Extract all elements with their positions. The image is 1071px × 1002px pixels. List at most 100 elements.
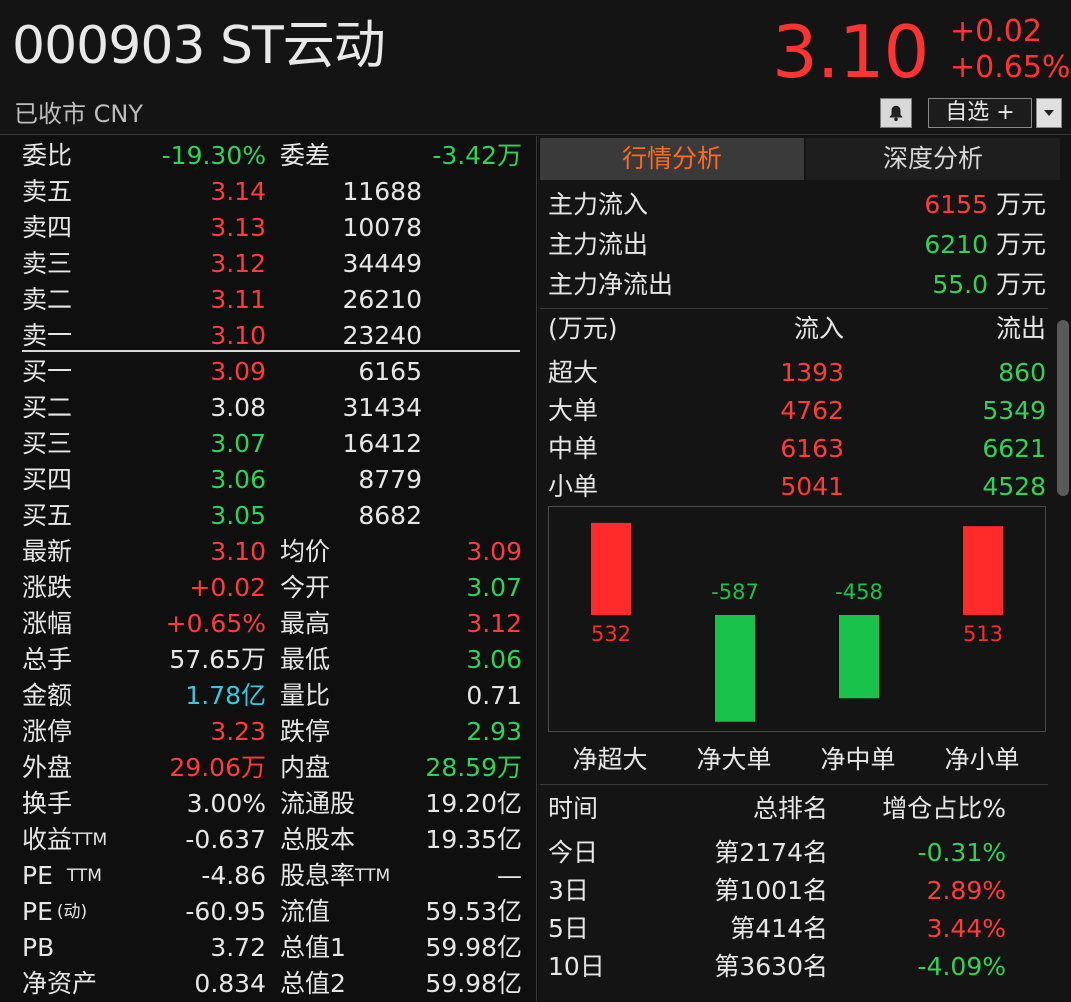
rank-pct: -4.09%: [918, 948, 1006, 986]
quote-header: 000903 ST云动 已收市 CNY 3.10 +0.02 +0.65% 自选…: [0, 0, 1071, 135]
watchlist-dropdown-button[interactable]: [1036, 98, 1062, 128]
outflow-header: 流出: [996, 310, 1046, 348]
stat-value: 2.93: [466, 714, 522, 750]
chart-data-label: -587: [711, 580, 759, 604]
bid-row[interactable]: 买三 3.07 16412: [0, 426, 536, 462]
rank-row: 5日 第414名 3.44%: [538, 910, 1048, 948]
outflow-value: 4528: [982, 468, 1046, 506]
bid-row[interactable]: 买一 3.09 6165: [0, 354, 536, 390]
tab-depth-analysis[interactable]: 深度分析: [806, 138, 1060, 180]
ask-price: 3.12: [210, 246, 266, 282]
ask-row[interactable]: 卖二 3.11 26210: [0, 282, 536, 318]
ask-row[interactable]: 卖五 3.14 11688: [0, 174, 536, 210]
pct-header: 增仓占比%: [882, 790, 1006, 828]
bid-row[interactable]: 买二 3.08 31434: [0, 390, 536, 426]
inflow-value: 5041: [780, 468, 844, 506]
order-book-panel: 委比 -19.30% 委差 -3.42万 卖五 3.14 11688 卖四 3.…: [0, 136, 537, 1001]
capital-flow-row: 主力流入 6155 万元: [538, 186, 1048, 224]
stat-label: 最高: [280, 606, 330, 642]
flow-value: 6210: [924, 226, 988, 264]
stat-value: +0.65%: [166, 606, 266, 642]
stat-label: 跌停: [280, 714, 330, 750]
outflow-value: 860: [998, 354, 1046, 392]
stat-value: 19.35亿: [425, 822, 522, 858]
outflow-value: 6621: [982, 430, 1046, 468]
stat-row: PE TTM -4.86 股息率TTM —: [0, 858, 536, 894]
ask-price: 3.14: [210, 174, 266, 210]
rank-row: 10日 第3630名 -4.09%: [538, 948, 1048, 986]
last-price: 3.10: [772, 10, 928, 94]
flow-table-row: 小单 5041 4528: [538, 468, 1048, 506]
stat-label: PE(动): [22, 894, 87, 930]
ask-row[interactable]: 卖四 3.13 10078: [0, 210, 536, 246]
stat-row: 总手 57.65万 最低 3.06: [0, 642, 536, 678]
bid-label: 买五: [22, 498, 72, 534]
stat-label: 涨跌: [22, 570, 72, 606]
order-size-label: 大单: [548, 392, 598, 430]
stock-title: 000903 ST云动: [12, 14, 385, 78]
price-alert-button[interactable]: [880, 98, 912, 128]
stat-label: 总值2: [280, 966, 346, 1002]
rank-value: 第3630名: [714, 948, 828, 986]
ask-volume: 10078: [342, 210, 422, 246]
bell-icon: [887, 104, 905, 122]
stat-value: 3.09: [466, 534, 522, 570]
rank-value: 第414名: [730, 910, 828, 948]
ask-volume: 23240: [342, 318, 422, 354]
bid-volume: 16412: [342, 426, 422, 462]
rank-pct: 3.44%: [927, 910, 1006, 948]
rank-period: 10日: [548, 948, 605, 986]
rank-period: 3日: [548, 872, 589, 910]
bid-price: 3.08: [210, 390, 266, 426]
bid-row[interactable]: 买五 3.05 8682: [0, 498, 536, 534]
chart-bar: [839, 615, 879, 698]
tab-market-analysis[interactable]: 行情分析: [540, 138, 804, 180]
stat-row: 涨跌 +0.02 今开 3.07: [0, 570, 536, 606]
order-size-label: 小单: [548, 468, 598, 506]
ask-volume: 34449: [342, 246, 422, 282]
ask-volume: 26210: [342, 282, 422, 318]
flow-table-row: 大单 4762 5349: [538, 392, 1048, 430]
stat-value: 3.10: [210, 534, 266, 570]
bid-volume: 6165: [358, 354, 422, 390]
flow-value: 6155: [924, 186, 988, 224]
flow-table-row: 中单 6163 6621: [538, 430, 1048, 468]
stat-value: 57.65万: [169, 642, 266, 678]
stat-label: 总股本: [280, 822, 355, 858]
stat-row: 金额 1.78亿 量比 0.71: [0, 678, 536, 714]
stat-row: 换手 3.00% 流通股 19.20亿: [0, 786, 536, 822]
stat-value: 3.07: [466, 570, 522, 606]
ask-label: 卖一: [22, 318, 72, 354]
stat-value: 0.834: [194, 966, 266, 1002]
analysis-tabs: 行情分析 深度分析: [540, 138, 1060, 180]
ask-row[interactable]: 卖三 3.12 34449: [0, 246, 536, 282]
stat-value: 3.06: [466, 642, 522, 678]
stat-row: 涨停 3.23 跌停 2.93: [0, 714, 536, 750]
stat-value: 29.06万: [169, 750, 266, 786]
order-size-label: 超大: [548, 354, 598, 392]
inflow-header: 流入: [794, 310, 844, 348]
section-divider: [540, 784, 1048, 785]
stat-row: 涨幅 +0.65% 最高 3.12: [0, 606, 536, 642]
flow-unit: 万元: [996, 186, 1046, 224]
bid-volume: 31434: [342, 390, 422, 426]
stat-row: 净资产 0.834 总值2 59.98亿: [0, 966, 536, 1002]
order-size-label: 中单: [548, 430, 598, 468]
inflow-value: 4762: [780, 392, 844, 430]
flow-unit: 万元: [996, 266, 1046, 304]
add-to-watchlist-button[interactable]: 自选 +: [928, 98, 1032, 128]
bid-price: 3.05: [210, 498, 266, 534]
inflow-value: 1393: [780, 354, 844, 392]
chart-category-label: 净中单: [796, 740, 920, 776]
rank-table-header: 时间 总排名 增仓占比%: [538, 790, 1048, 828]
bid-volume: 8682: [358, 498, 422, 534]
ask-row[interactable]: 卖一 3.10 23240: [0, 318, 536, 354]
rank-row: 3日 第1001名 2.89%: [538, 872, 1048, 910]
stat-label: 净资产: [22, 966, 97, 1002]
flow-table-row: 超大 1393 860: [538, 354, 1048, 392]
stat-label: 涨停: [22, 714, 72, 750]
panel-scrollbar[interactable]: [1057, 320, 1069, 496]
flow-unit: 万元: [996, 226, 1046, 264]
bid-row[interactable]: 买四 3.06 8779: [0, 462, 536, 498]
stat-value: 59.98亿: [425, 966, 522, 1002]
